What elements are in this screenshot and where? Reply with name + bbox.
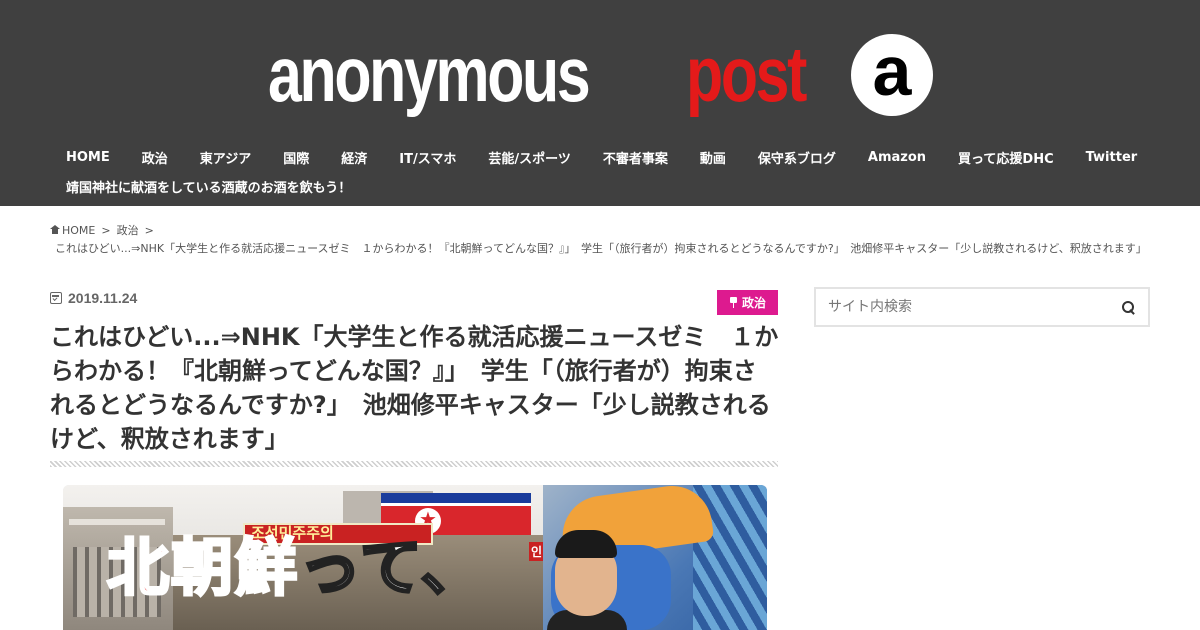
nav-item-home[interactable]: HOME bbox=[50, 150, 126, 165]
home-icon bbox=[50, 225, 60, 234]
logo-word-post: post bbox=[686, 30, 807, 118]
site-header: anonymous post a HOME 政治 東アジア 国際 経済 IT/ス… bbox=[0, 0, 1200, 206]
article-title: これはひどい...⇒NHK「大学生と作る就活応援ニュースゼミ １からわかる！『北… bbox=[50, 323, 779, 453]
nav-item-international[interactable]: 国際 bbox=[267, 148, 325, 167]
sidebar-search bbox=[814, 287, 1150, 327]
nav-item-amazon[interactable]: Amazon bbox=[852, 150, 942, 165]
category-badge-label: 政治 bbox=[741, 296, 766, 310]
image-corner-text: 인 bbox=[529, 542, 545, 561]
logo-mark-letter: a bbox=[872, 32, 912, 110]
nav-item-it[interactable]: IT/スマホ bbox=[383, 148, 472, 167]
image-headline-red: 北朝鮮 bbox=[105, 531, 300, 604]
title-divider bbox=[50, 461, 778, 467]
nav-item-dhc[interactable]: 買って応援DHC bbox=[942, 148, 1070, 167]
nav-item-suspicious[interactable]: 不審者事案 bbox=[587, 148, 684, 167]
logo-mark-icon[interactable]: a bbox=[851, 34, 933, 116]
calendar-check-icon bbox=[50, 292, 62, 304]
main-nav: HOME 政治 東アジア 国際 経済 IT/スマホ 芸能/スポーツ 不審者事案 … bbox=[50, 146, 1150, 197]
post-date: 2019.11.24 bbox=[50, 290, 137, 306]
breadcrumb-separator: > bbox=[144, 224, 154, 237]
nav-item-east-asia[interactable]: 東アジア bbox=[184, 148, 267, 167]
search-input[interactable] bbox=[816, 289, 1108, 325]
nav-item-politics[interactable]: 政治 bbox=[126, 148, 184, 167]
breadcrumb-current: これはひどい...⇒NHK「大学生と作る就活応援ニュースゼミ １からわかる！『北… bbox=[55, 242, 1147, 255]
nav-item-economy[interactable]: 経済 bbox=[325, 148, 383, 167]
breadcrumb: HOME > 政治 > これはひどい...⇒NHK「大学生と作る就活応援ニュース… bbox=[50, 223, 1150, 256]
nav-item-sake[interactable]: 靖国神社に献酒をしている酒蔵のお酒を飲もう！ bbox=[50, 177, 367, 196]
site-logo[interactable]: anonymous post bbox=[268, 28, 807, 120]
nav-item-entertainment[interactable]: 芸能/スポーツ bbox=[472, 148, 587, 167]
pin-icon bbox=[729, 297, 738, 308]
image-person bbox=[547, 530, 627, 630]
nav-item-twitter[interactable]: Twitter bbox=[1070, 150, 1154, 165]
image-headline: 北朝鮮って、 bbox=[105, 535, 485, 600]
breadcrumb-home[interactable]: HOME bbox=[50, 223, 95, 238]
category-badge[interactable]: 政治 bbox=[717, 290, 778, 315]
breadcrumb-separator: > bbox=[101, 224, 111, 237]
nav-item-blogs[interactable]: 保守系ブログ bbox=[742, 148, 852, 167]
breadcrumb-category[interactable]: 政治 bbox=[117, 223, 139, 238]
search-button[interactable] bbox=[1108, 289, 1148, 325]
image-headline-white: って、 bbox=[298, 531, 485, 604]
search-icon bbox=[1121, 300, 1135, 314]
breadcrumb-path: HOME > 政治 > bbox=[50, 223, 1150, 238]
post-date-text: 2019.11.24 bbox=[68, 290, 138, 306]
breadcrumb-home-label: HOME bbox=[62, 224, 96, 237]
featured-image: ★ 조선민주주의 인 北朝鮮って、 bbox=[63, 485, 767, 630]
nav-row-1: HOME 政治 東アジア 国際 経済 IT/スマホ 芸能/スポーツ 不審者事案 … bbox=[50, 146, 1150, 168]
nav-row-2: 靖国神社に献酒をしている酒蔵のお酒を飲もう！ bbox=[50, 175, 1150, 197]
nav-item-video[interactable]: 動画 bbox=[684, 148, 742, 167]
logo-word-anonymous: anonymous bbox=[268, 30, 591, 118]
